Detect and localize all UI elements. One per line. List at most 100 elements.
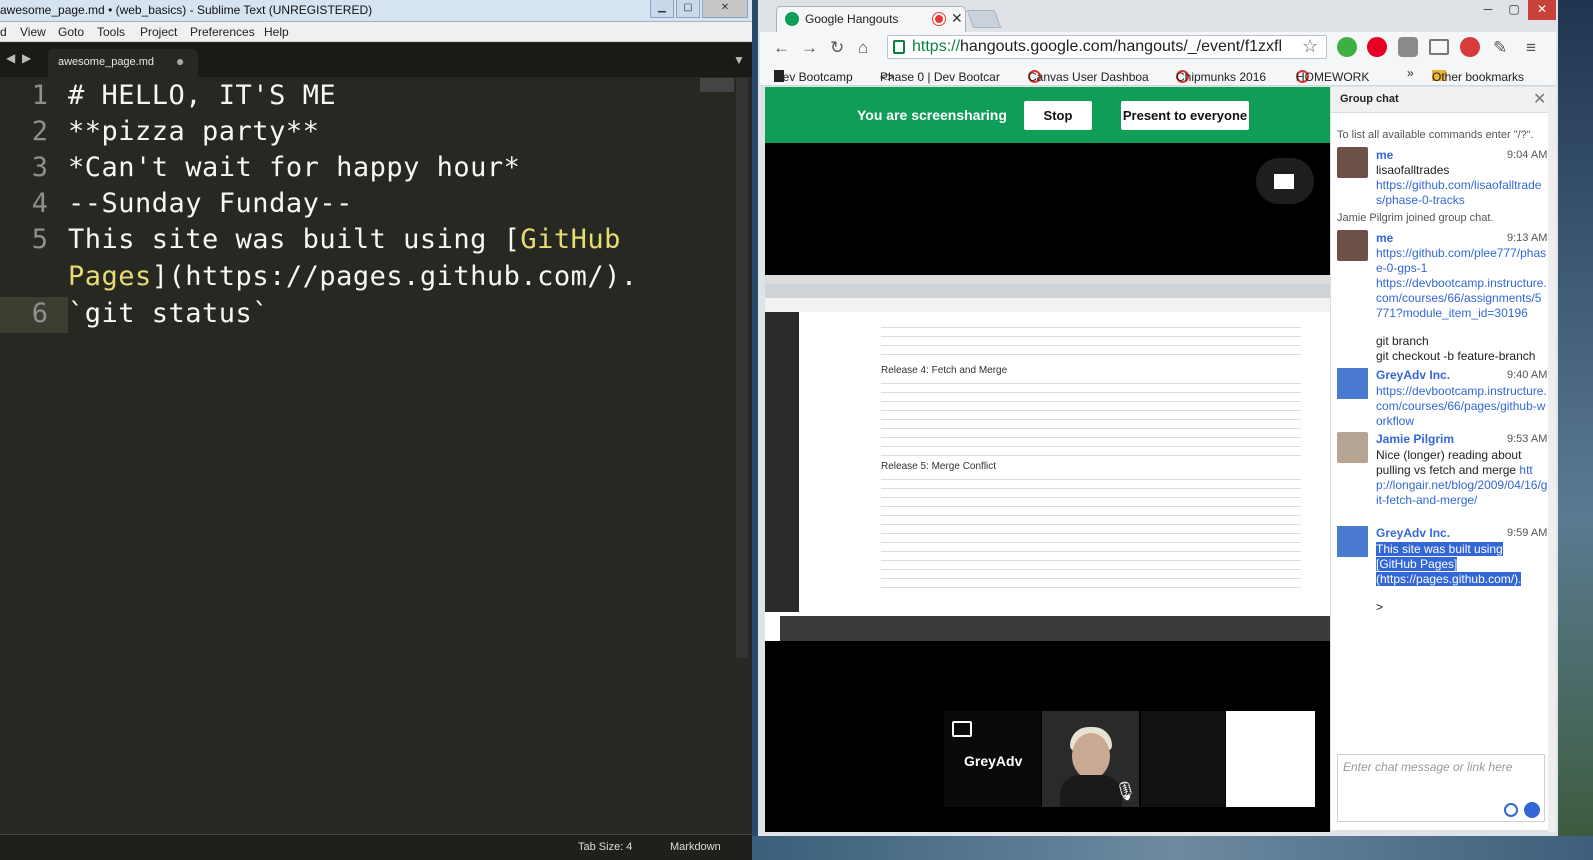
code-line-5[interactable]: This site was built using [GitHub xyxy=(68,224,621,255)
shared-heading: Release 5: Merge Conflict xyxy=(881,461,997,472)
menu-item-tools[interactable]: Tools xyxy=(97,25,125,39)
tab-scroll-left-icon[interactable]: ◀ xyxy=(6,51,15,65)
participant-greyadv[interactable]: GreyAdv xyxy=(944,711,1041,807)
close-button[interactable]: ✕ xyxy=(702,0,748,18)
present-to-everyone-button[interactable]: Present to everyone xyxy=(1121,101,1249,130)
close-button[interactable]: ✕ xyxy=(1528,0,1556,20)
close-tab-icon[interactable]: ✕ xyxy=(951,10,963,27)
code-line-1[interactable]: # HELLO, IT'S ME xyxy=(68,80,336,111)
message-sender: GreyAdv Inc. xyxy=(1376,526,1451,540)
menu-item-view[interactable]: View xyxy=(20,25,46,39)
text-block xyxy=(881,378,1301,458)
tab-title: Google Hangouts xyxy=(805,12,899,26)
minimap[interactable] xyxy=(700,78,734,92)
menu-item-help[interactable]: Help xyxy=(264,25,289,39)
message-time: 9:59 AM xyxy=(1507,527,1548,539)
url-text: https://hangouts.google.com/hangouts/_/e… xyxy=(912,38,1282,56)
bookmark-label: Other bookmarks xyxy=(1432,70,1525,84)
menu-icon[interactable]: ≡ xyxy=(1526,38,1536,58)
chat-input[interactable]: Enter chat message or link here xyxy=(1337,754,1545,822)
message-link[interactable]: https://github.com/plee777/phase-0-gps-1 xyxy=(1376,246,1548,276)
syntax-indicator[interactable]: Markdown xyxy=(670,841,721,853)
minimize-button[interactable]: ─ xyxy=(1476,0,1500,20)
chat-scrollbar[interactable] xyxy=(1548,87,1556,832)
message-time: 9:13 AM xyxy=(1507,232,1548,244)
message-link[interactable]: https://github.com/lisaofalltrades/phase… xyxy=(1376,178,1548,208)
drive-icon[interactable] xyxy=(1524,802,1540,818)
home-icon[interactable]: ⌂ xyxy=(858,38,868,58)
line-number: 6 xyxy=(31,298,48,329)
extension-icon[interactable]: ✎ xyxy=(1493,38,1507,58)
extension-icon[interactable] xyxy=(1460,37,1480,57)
lock-icon xyxy=(893,40,905,54)
bookmark-star-icon[interactable]: ☆ xyxy=(1302,36,1318,57)
pinterest-icon[interactable] xyxy=(1367,37,1387,57)
participant-video[interactable]: 🎙 xyxy=(1042,711,1139,807)
back-icon[interactable]: ← xyxy=(773,38,790,58)
screenshare-message: You are screensharing xyxy=(857,107,1007,123)
unsaved-dot-icon[interactable]: ● xyxy=(176,53,184,69)
extension-icon[interactable] xyxy=(1337,37,1357,57)
close-chat-icon[interactable]: ✕ xyxy=(1533,89,1546,109)
tab-awesome-page[interactable]: awesome_page.md ● xyxy=(48,49,198,77)
envelope-icon xyxy=(1274,174,1294,189)
stop-button[interactable]: Stop xyxy=(1024,101,1092,130)
message-time: 9:04 AM xyxy=(1507,149,1548,161)
participant-screen-thumb[interactable] xyxy=(1141,711,1225,807)
avatar xyxy=(1337,230,1368,261)
line-number: 5 xyxy=(31,224,48,255)
shared-screen: Release 4: Fetch and Merge Release 5: Me… xyxy=(765,275,1330,641)
maximize-button[interactable]: ▢ xyxy=(676,0,700,18)
message-link[interactable]: https://devbootcamp.instructure.com/cour… xyxy=(1376,384,1548,429)
message-text: lisaofalltrades xyxy=(1376,163,1450,177)
tab-label: awesome_page.md xyxy=(58,56,155,68)
editor-scrollbar[interactable] xyxy=(736,78,748,658)
menu-item-preferences[interactable]: Preferences xyxy=(190,25,255,39)
message-button[interactable] xyxy=(1256,158,1314,204)
message-sender: GreyAdv Inc. xyxy=(1376,368,1451,382)
message-text: git checkout -b feature-branch xyxy=(1376,349,1536,363)
screenshare-banner: You are screensharing Stop Present to ev… xyxy=(765,87,1330,143)
bookmarks-overflow[interactable]: » xyxy=(1407,66,1414,80)
link-text: GitHub xyxy=(520,224,621,255)
tab-size-indicator[interactable]: Tab Size: 4 xyxy=(578,841,632,853)
emoji-icon[interactable] xyxy=(1504,803,1518,817)
cast-icon[interactable] xyxy=(1429,39,1449,55)
commands-hint: To list all available commands enter "/?… xyxy=(1337,129,1534,141)
avatar xyxy=(1337,432,1368,463)
selected-text: This site was built using xyxy=(1376,542,1503,556)
menu-item-goto[interactable]: Goto xyxy=(58,25,84,39)
minimize-button[interactable]: ▁ xyxy=(650,0,674,18)
bookmark-label: Canvas User Dashboa xyxy=(1028,70,1149,84)
tab-google-hangouts[interactable]: Google Hangouts ✕ xyxy=(776,6,966,32)
bookmark-label: HOMEWORK xyxy=(1296,70,1370,84)
menu-item-project[interactable]: Project xyxy=(140,25,177,39)
code-line-5-wrap[interactable]: Pages](https://pages.github.com/). xyxy=(68,261,638,292)
address-bar[interactable]: https://hangouts.google.com/hangouts/_/e… xyxy=(887,35,1327,59)
maximize-button[interactable]: ▢ xyxy=(1502,0,1526,20)
sublime-tabbar: ◀ ▶ awesome_page.md ● ▼ xyxy=(0,43,752,77)
extension-icon[interactable] xyxy=(1398,37,1418,57)
code-line-6[interactable]: `git status` xyxy=(68,298,269,329)
code-text: This site was built using [ xyxy=(68,224,521,255)
code-line-4[interactable]: --Sunday Funday-- xyxy=(68,188,353,219)
chat-header: Group chat ✕ xyxy=(1331,87,1552,113)
message-body: Nice (longer) reading about pulling vs f… xyxy=(1376,448,1522,477)
video-frame xyxy=(1072,733,1110,779)
desktop-background xyxy=(752,836,1593,860)
system-notice: Jamie Pilgrim joined group chat. xyxy=(1337,212,1494,224)
reload-icon[interactable]: ↻ xyxy=(830,38,844,58)
menu-item-edit[interactable]: d xyxy=(0,25,7,39)
tab-menu-icon[interactable]: ▼ xyxy=(733,53,745,67)
url-host-path: hangouts.google.com/hangouts/_/event/f1z… xyxy=(960,38,1283,55)
message-link[interactable]: https://devbootcamp.instructure.com/cour… xyxy=(1376,276,1548,321)
tab-scroll-right-icon[interactable]: ▶ xyxy=(22,51,31,65)
forward-icon[interactable]: → xyxy=(801,38,818,58)
shared-heading: Release 4: Fetch and Merge xyxy=(881,365,1008,376)
selected-text: [GitHub Pages] xyxy=(1376,557,1458,571)
participant-screen-thumb[interactable] xyxy=(1226,711,1315,807)
code-line-2[interactable]: **pizza party** xyxy=(68,116,319,147)
url-scheme: https:// xyxy=(912,38,961,55)
code-line-3[interactable]: *Can't wait for happy hour* xyxy=(68,152,520,183)
video-frame xyxy=(1060,775,1122,807)
